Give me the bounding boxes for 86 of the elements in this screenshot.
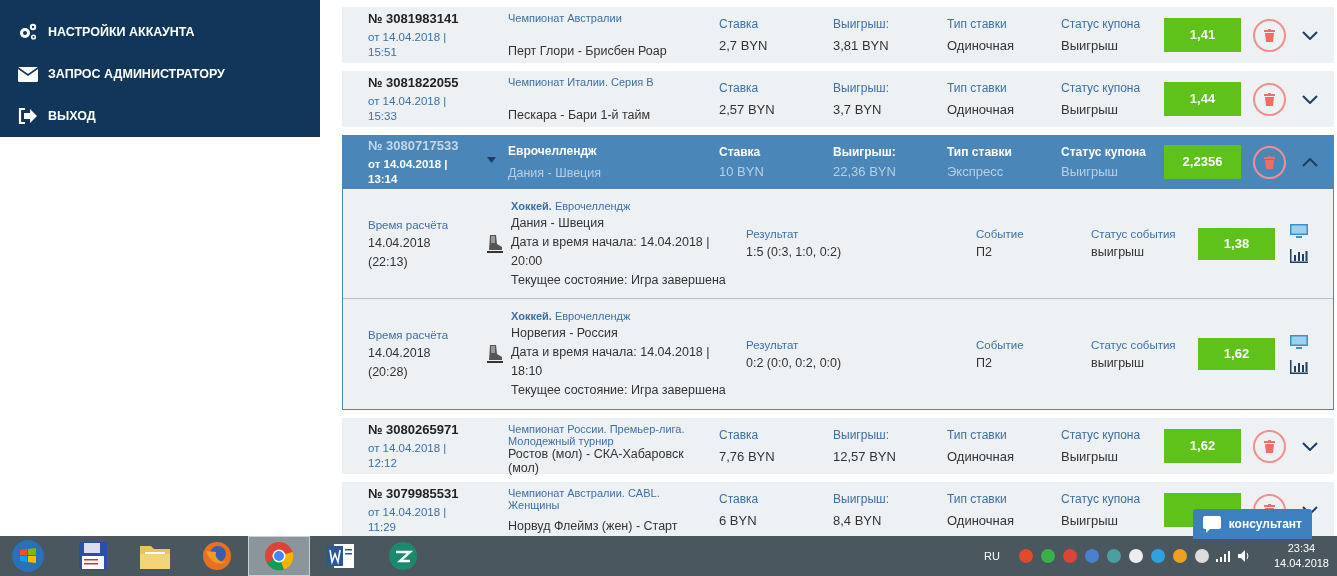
calc-time-label: Время расчёта bbox=[368, 328, 450, 343]
league-name: Чемпионат Австралии. CABL. Женщины bbox=[508, 487, 661, 511]
calc-time: (20:28) bbox=[368, 364, 409, 381]
stake-amount: 2,57 BYN bbox=[719, 102, 776, 117]
event-label: Событие bbox=[976, 227, 1025, 242]
bet-type: Одиночная bbox=[947, 513, 1016, 528]
result-label: Результат bbox=[746, 227, 800, 242]
start-time: Дата и время начала: 14.04.2018 | 18:10 bbox=[511, 344, 711, 380]
stake-amount: 6 BYN bbox=[719, 513, 758, 528]
win-label: Выигрыш: bbox=[833, 492, 890, 506]
coupon-number: № 3080265971 bbox=[368, 421, 459, 438]
calc-date: 14.04.2018 bbox=[368, 345, 432, 362]
league-name: Чемпионат Италии. Серия B bbox=[508, 76, 655, 88]
calc-date: 14.04.2018 bbox=[368, 234, 432, 252]
coupon-date: от 14.04.2018 | 11:29 bbox=[368, 504, 447, 535]
match-name: Норвуд Флеймз (жен) - Старт bbox=[508, 519, 679, 533]
coupon-number: № 3081983141 bbox=[368, 10, 459, 27]
coupon-status-label: Статус купона bbox=[1061, 17, 1142, 31]
stake-label: Ставка bbox=[719, 81, 760, 95]
coupon-status: Выигрыш bbox=[1061, 102, 1120, 117]
coupon-date: от 14.04.2018 | 12:12 bbox=[368, 440, 447, 471]
coupon-status: Выигрыш bbox=[1061, 164, 1120, 179]
match-name: Дания - Швеция bbox=[508, 166, 602, 180]
bet-type-label: Тип ставки bbox=[947, 81, 1008, 95]
event-result: 1:5 (0:3, 1:0, 0:2) bbox=[746, 244, 843, 261]
coupon-status: Выигрыш bbox=[1061, 513, 1120, 528]
event-state: Текущее состояние: Игра завершена bbox=[511, 271, 727, 289]
bet-type-label: Тип ставки bbox=[947, 492, 1008, 506]
stake-label: Ставка bbox=[719, 428, 760, 442]
event-status: выигрыш bbox=[1091, 354, 1146, 372]
coupon-status-label: Статус купона bbox=[1061, 81, 1142, 95]
event-result: 0:2 (0:0, 0:2, 0:0) bbox=[746, 354, 843, 372]
start-time: Дата и время начала: 14.04.2018 | 20:00 bbox=[511, 233, 711, 270]
coupon-status-label: Статус купона bbox=[1061, 428, 1142, 442]
bet-type: Одиночная bbox=[947, 449, 1016, 464]
event-outcome: П2 bbox=[976, 354, 993, 372]
event-outcome: П2 bbox=[976, 244, 993, 261]
coupon-status-label: Статус купона bbox=[1061, 145, 1147, 159]
event-status-label: Статус события bbox=[1091, 227, 1177, 242]
event-match: Норвегия - Россия bbox=[511, 325, 619, 342]
coupon-status-label: Статус купона bbox=[1061, 492, 1142, 506]
win-amount: 3,81 BYN bbox=[833, 38, 890, 53]
bet-type: Одиночная bbox=[947, 102, 1016, 117]
league-name: Еврочеллендж bbox=[508, 145, 598, 157]
league-name: Чемпионат Австралии bbox=[508, 12, 623, 24]
bet-type: Одиночная bbox=[947, 38, 1016, 53]
event-league: Хоккей. Еврочеллендж bbox=[511, 198, 632, 214]
win-label: Выигрыш: bbox=[833, 428, 890, 442]
win-amount: 12,57 BYN bbox=[833, 449, 897, 464]
event-label: Событие bbox=[976, 337, 1025, 353]
coupon-status: Выигрыш bbox=[1061, 449, 1120, 464]
event-match: Дания - Швеция bbox=[511, 214, 605, 232]
coupon-number: № 3081822055 bbox=[368, 74, 459, 91]
bet-type-label: Тип ставки bbox=[947, 428, 1008, 442]
event-league: Хоккей. Еврочеллендж bbox=[511, 309, 632, 324]
bet-type: Экспресс bbox=[947, 164, 1005, 179]
stake-amount: 7,76 BYN bbox=[719, 449, 776, 464]
win-label: Выигрыш: bbox=[833, 81, 890, 95]
stake-label: Ставка bbox=[719, 17, 760, 31]
win-amount: 22,36 BYN bbox=[833, 164, 897, 179]
coupon-number: № 3080717533 bbox=[368, 137, 459, 154]
coupon-date: от 14.04.2018 | 13:14 bbox=[368, 156, 448, 187]
win-amount: 3,7 BYN bbox=[833, 102, 883, 117]
calc-time: (22:13) bbox=[368, 253, 409, 271]
match-name: Перт Глори - Брисбен Роар bbox=[508, 44, 668, 58]
coupon-date: от 14.04.2018 | 15:33 bbox=[368, 93, 447, 124]
event-status: выигрыш bbox=[1091, 244, 1146, 261]
win-amount: 8,4 BYN bbox=[833, 513, 883, 528]
event-status-label: Статус события bbox=[1091, 337, 1177, 353]
win-label: Выигрыш: bbox=[833, 145, 897, 159]
league-name: Чемпионат России. Премьер-лига. Молодежный турнир bbox=[508, 423, 686, 447]
event-state: Текущее состояние: Игра завершена bbox=[511, 382, 727, 399]
stake-label: Ставка bbox=[719, 145, 762, 159]
stake-amount: 2,7 BYN bbox=[719, 38, 769, 53]
match-name: Ростов (мол) - СКА-Хабаровск (мол) bbox=[508, 447, 685, 475]
coupon-date: от 14.04.2018 | 15:51 bbox=[368, 29, 447, 60]
stake-label: Ставка bbox=[719, 492, 760, 506]
match-name: Пескара - Бари 1-й тайм bbox=[508, 108, 652, 122]
result-label: Результат bbox=[746, 337, 800, 353]
coupon-number: № 3079985531 bbox=[368, 485, 459, 502]
coupon-status: Выигрыш bbox=[1061, 38, 1120, 53]
calc-time-label: Время расчёта bbox=[368, 217, 450, 233]
bet-type-label: Тип ставки bbox=[947, 17, 1008, 31]
stake-amount: 10 BYN bbox=[719, 164, 765, 179]
win-label: Выигрыш: bbox=[833, 17, 890, 31]
bet-type-label: Тип ставки bbox=[947, 145, 1013, 159]
